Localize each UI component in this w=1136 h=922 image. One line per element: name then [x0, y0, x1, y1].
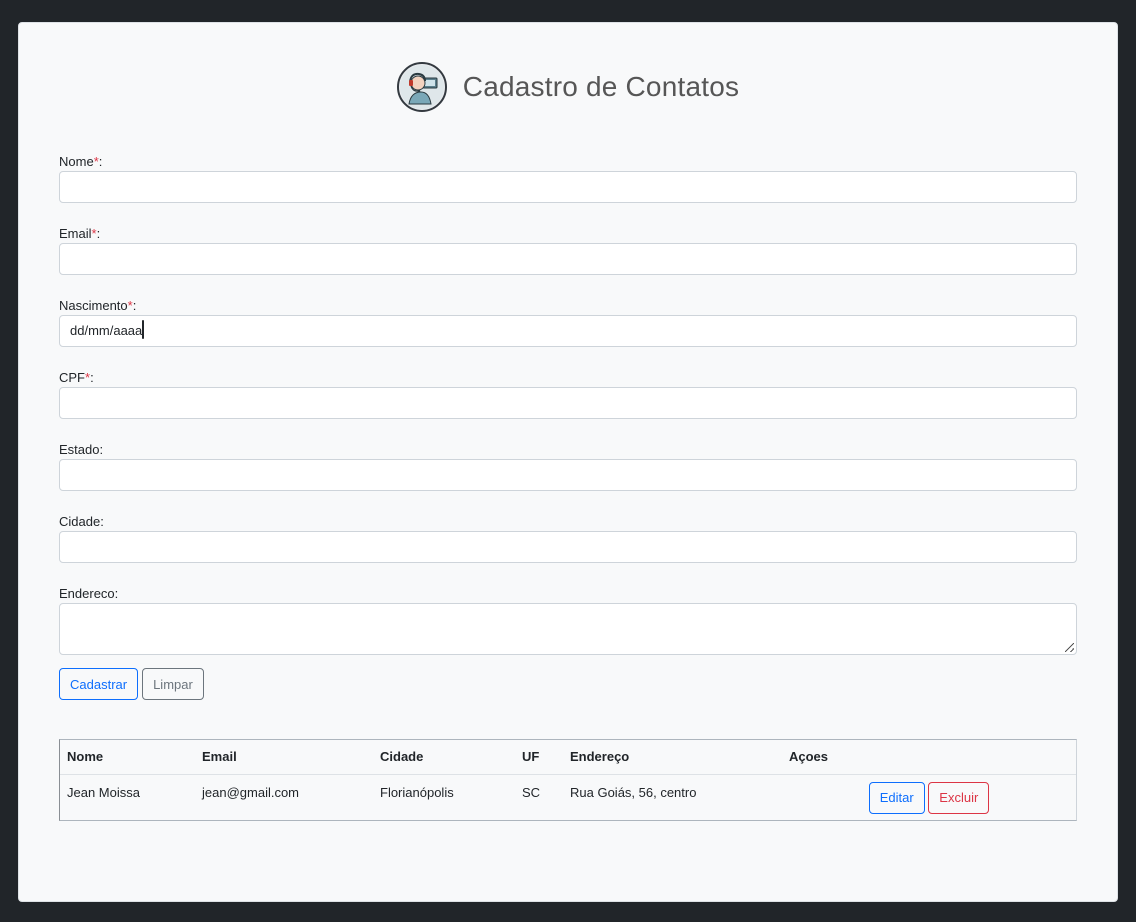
excluir-button[interactable]: Excluir — [928, 781, 990, 814]
col-header-uf: UF — [515, 740, 563, 775]
endereco-textarea[interactable] — [59, 603, 1077, 655]
table-header-row: Nome Email Cidade UF Endereço Açoes — [60, 740, 1076, 775]
cpf-input[interactable] — [59, 387, 1077, 419]
support-avatar-logo — [396, 62, 447, 112]
cadastrar-button[interactable]: Cadastrar — [59, 668, 139, 700]
nome-input[interactable] — [59, 171, 1077, 203]
main-card: Cadastro de Contatos Nome*: Email*: Nasc… — [18, 22, 1118, 902]
contacts-table-wrapper: Nome Email Cidade UF Endereço Açoes Jean… — [59, 739, 1077, 821]
col-header-cidade: Cidade — [373, 740, 515, 775]
label-nome: Nome*: — [59, 154, 103, 169]
resize-handle-icon[interactable] — [1065, 643, 1074, 652]
col-header-nome: Nome — [60, 740, 195, 775]
nascimento-date-input[interactable]: dd/mm/aaaa — [59, 315, 1077, 347]
estado-input[interactable] — [59, 459, 1077, 491]
col-header-acoes: Açoes — [782, 740, 1076, 775]
col-header-endereco: Endereço — [563, 740, 782, 775]
field-nome: Nome*: — [59, 153, 1077, 225]
cidade-input[interactable] — [59, 531, 1077, 563]
editar-button[interactable]: Editar — [868, 781, 925, 814]
label-email: Email*: — [59, 226, 101, 241]
col-header-email: Email — [195, 740, 373, 775]
field-estado: Estado: — [59, 441, 1077, 513]
contact-form: Nome*: Email*: Nascimento*: dd/mm/aaaa C… — [59, 153, 1077, 700]
label-endereco: Endereco: — [59, 586, 119, 601]
field-endereco: Endereco: — [59, 585, 1077, 655]
date-placeholder: dd/mm/aaaa — [70, 323, 143, 338]
contacts-table: Nome Email Cidade UF Endereço Açoes Jean… — [60, 740, 1076, 820]
form-buttons: Cadastrar Limpar — [59, 668, 1077, 700]
limpar-button[interactable]: Limpar — [142, 668, 204, 700]
cell-uf: SC — [522, 784, 541, 800]
email-input[interactable] — [59, 243, 1077, 275]
cell-cidade: Florianópolis — [380, 784, 454, 800]
field-cidade: Cidade: — [59, 513, 1077, 585]
label-cidade: Cidade: — [59, 514, 104, 529]
cell-email: jean@gmail.com — [202, 784, 300, 800]
page-header: Cadastro de Contatos — [19, 62, 1117, 112]
cell-endereco: Rua Goiás, 56, centro — [570, 784, 697, 800]
field-nascimento: Nascimento*: dd/mm/aaaa — [59, 297, 1077, 369]
label-estado: Estado: — [59, 442, 104, 457]
calendar-icon[interactable] — [142, 320, 145, 339]
field-cpf: CPF*: — [59, 369, 1077, 441]
label-nascimento: Nascimento*: — [59, 298, 137, 313]
label-cpf: CPF*: — [59, 370, 94, 385]
field-email: Email*: — [59, 225, 1077, 297]
page-title: Cadastro de Contatos — [462, 71, 740, 102]
table-row: Jean Moissa jean@gmail.com Florianópolis… — [60, 774, 1076, 820]
cell-nome: Jean Moissa — [67, 784, 140, 800]
cell-actions: Editar Excluir — [782, 774, 1076, 820]
